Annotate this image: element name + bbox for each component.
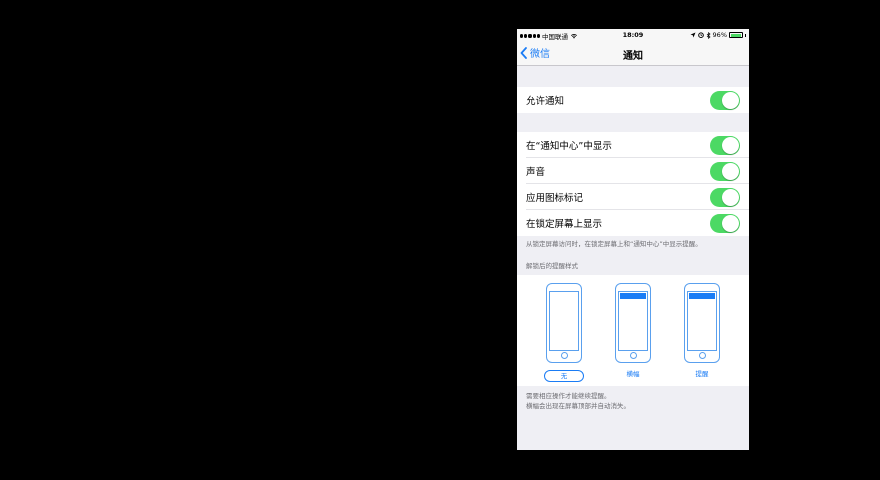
lock-screen-footnote: 从锁定屏幕访问时，在锁定屏幕上和“通知中心”中显示提醒。 — [526, 240, 702, 248]
battery-cap — [745, 33, 746, 37]
settings-group: 在“通知中心”中显示 声音 应用图标标记 在锁定屏幕上显示 — [517, 132, 749, 236]
battery-icon — [729, 32, 743, 38]
alert-style-picker: 无 横幅 提醒 — [517, 275, 749, 386]
home-button-icon — [698, 352, 706, 359]
phone-screen: 中国联通 18:09 96% 微信 通知 允许通知 在“通知中心”中显示 声音 … — [517, 29, 749, 450]
allow-group: 允许通知 — [517, 87, 749, 113]
toggle-knob — [722, 162, 739, 180]
alarm-icon — [697, 32, 704, 38]
alert-option-none[interactable]: 无 — [544, 283, 584, 382]
alert-style-footnote: 需要相应操作才能继续提醒。 横幅会出现在屏幕顶部并自动消失。 — [526, 391, 630, 411]
badge-toggle[interactable] — [710, 187, 740, 207]
preview-screen — [618, 291, 648, 351]
alert-style-header: 解锁后的提醒样式 — [526, 262, 578, 270]
toggle-knob — [722, 214, 739, 232]
alert-option-alerts[interactable]: 提醒 — [682, 283, 722, 378]
notification-center-toggle[interactable] — [710, 135, 740, 155]
alert-preview — [689, 293, 715, 299]
lock-screen-toggle[interactable] — [710, 213, 740, 233]
battery-percent: 96% — [712, 31, 727, 39]
settings-row-sound: 声音 — [517, 158, 749, 184]
alert-option-banners-label: 横幅 — [626, 370, 640, 378]
settings-row-lock-screen: 在锁定屏幕上显示 — [517, 210, 749, 236]
status-right: 96% — [690, 31, 746, 39]
allow-notifications-row: 允许通知 — [517, 87, 749, 113]
alert-option-alerts-label: 提醒 — [695, 370, 709, 378]
home-button-icon — [629, 352, 637, 359]
footnote-line: 需要相应操作才能继续提醒。 — [526, 392, 611, 400]
settings-row-badge: 应用图标标记 — [517, 184, 749, 210]
home-button-icon — [560, 352, 568, 359]
status-bar: 中国联通 18:09 96% — [517, 29, 749, 41]
phone-preview-icon — [546, 283, 582, 363]
preview-screen — [549, 291, 579, 351]
alert-option-none-label: 无 — [544, 370, 584, 382]
bluetooth-icon — [706, 31, 711, 39]
allow-notifications-toggle[interactable] — [710, 90, 740, 110]
notification-center-label: 在“通知中心”中显示 — [526, 141, 612, 152]
preview-screen — [687, 291, 717, 351]
page-title: 通知 — [623, 51, 643, 62]
toggle-knob — [722, 91, 739, 109]
toggle-knob — [722, 136, 739, 154]
location-icon — [690, 32, 696, 38]
navigation-bar: 微信 通知 — [517, 41, 749, 66]
lock-screen-label: 在锁定屏幕上显示 — [526, 219, 603, 230]
footnote-line: 横幅会出现在屏幕顶部并自动消失。 — [526, 402, 630, 410]
settings-row-notification-center: 在“通知中心”中显示 — [517, 132, 749, 158]
banner-preview — [620, 293, 646, 299]
phone-preview-icon — [684, 283, 720, 363]
sound-label: 声音 — [526, 167, 546, 178]
phone-preview-icon — [615, 283, 651, 363]
toggle-knob — [722, 188, 739, 206]
sound-toggle[interactable] — [710, 161, 740, 181]
badge-label: 应用图标标记 — [526, 193, 584, 204]
alert-option-banners[interactable]: 横幅 — [613, 283, 653, 378]
allow-notifications-label: 允许通知 — [526, 96, 565, 107]
